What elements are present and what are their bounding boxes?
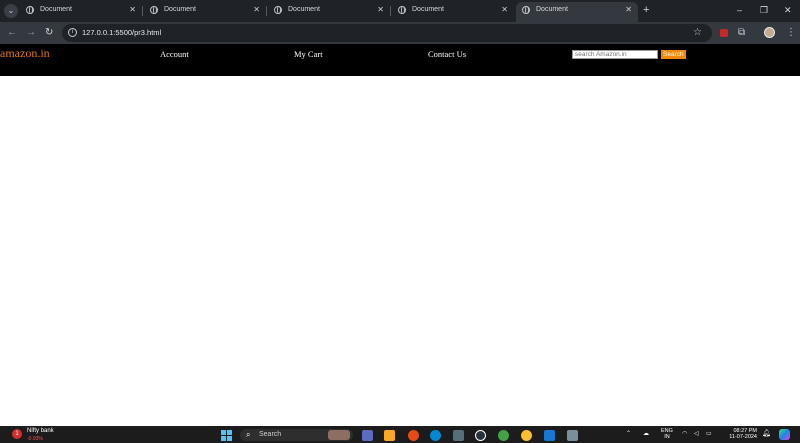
widget-name[interactable]: Nifty bank: [27, 428, 54, 434]
restore-button[interactable]: ❐: [760, 3, 768, 17]
language-indicator[interactable]: ENG IN: [661, 428, 673, 440]
tab-title: Document: [536, 6, 568, 13]
microsoft-store-icon[interactable]: [453, 430, 464, 441]
site-navbar: amazon.in Account My Cart Contact Us Sea…: [0, 44, 800, 76]
browser-toolbar: ← → ↻ i 127.0.0.1:5500/pr3.html ☆: [0, 22, 800, 44]
page-viewport: amazon.in Account My Cart Contact Us Sea…: [0, 44, 800, 426]
battery-icon[interactable]: ▭: [706, 429, 712, 439]
browser-tab[interactable]: Document ✕: [392, 2, 514, 22]
back-icon[interactable]: ←: [7, 26, 17, 40]
nav-link-contact-us[interactable]: Contact Us: [428, 49, 466, 59]
nav-link-account[interactable]: Account: [160, 49, 189, 59]
browser-tab[interactable]: Document ✕: [268, 2, 391, 22]
wifi-icon[interactable]: ◠: [682, 429, 687, 439]
copilot-icon[interactable]: [779, 429, 790, 440]
browser-tab[interactable]: Document ✕: [144, 2, 267, 22]
vscode-icon[interactable]: [544, 430, 555, 441]
bookmark-star-icon[interactable]: ☆: [693, 24, 702, 42]
globe-icon: [274, 6, 282, 14]
taskbar-search-label: Search: [259, 431, 282, 438]
brave-browser-icon[interactable]: [408, 430, 419, 441]
search-input[interactable]: [572, 50, 658, 59]
tab-close-icon[interactable]: ✕: [377, 2, 384, 18]
tab-title: Document: [288, 6, 320, 13]
tab-close-icon[interactable]: ✕: [129, 2, 136, 18]
extension-icon[interactable]: [720, 29, 728, 37]
url-text[interactable]: 127.0.0.1:5500/pr3.html: [82, 24, 161, 42]
search-icon: ⌕: [246, 430, 251, 439]
site-logo[interactable]: amazon.in: [0, 46, 50, 61]
tab-close-icon[interactable]: ✕: [625, 2, 632, 18]
search-button[interactable]: Search: [661, 50, 686, 59]
tray-chevron-icon[interactable]: ⌃: [626, 429, 631, 439]
taskbar-search[interactable]: ⌕ Search: [240, 429, 353, 441]
menu-kebab-icon[interactable]: ⋮: [786, 26, 796, 40]
tab-title: Document: [40, 6, 72, 13]
browser-tab-active[interactable]: Document ✕: [516, 2, 638, 22]
globe-icon: [26, 6, 34, 14]
taskbar: 1 Nifty bank -0.93% ⌕ Search ⌃ ☁ ENG IN …: [0, 426, 800, 443]
extensions-puzzle-icon[interactable]: ⧉: [738, 26, 745, 40]
reload-icon[interactable]: ↻: [45, 26, 53, 40]
browser-tab[interactable]: Document ✕: [20, 2, 143, 22]
minimize-button[interactable]: –: [737, 3, 742, 17]
search-highlight-image: [328, 430, 350, 440]
forward-icon[interactable]: →: [26, 26, 36, 40]
address-bar[interactable]: i 127.0.0.1:5500/pr3.html ☆: [62, 24, 712, 42]
dell-icon[interactable]: [475, 430, 486, 441]
chrome-profile-icon[interactable]: [521, 430, 532, 441]
tab-search-chevron-icon[interactable]: ⌄: [4, 4, 18, 18]
volume-icon[interactable]: ◁: [694, 429, 699, 439]
widget-value: -0.93%: [27, 436, 43, 442]
tab-strip: ⌄ Document ✕ Document ✕ Document ✕ Docum…: [0, 0, 800, 22]
notification-bell-icon[interactable]: 🔔︎: [762, 429, 771, 439]
tab-title: Document: [164, 6, 196, 13]
snipping-tool-icon[interactable]: [567, 430, 578, 441]
windows-start-icon[interactable]: [221, 430, 232, 441]
new-tab-button[interactable]: +: [643, 3, 649, 17]
globe-icon: [150, 6, 158, 14]
close-window-button[interactable]: ✕: [784, 3, 792, 17]
edge-browser-icon[interactable]: [430, 430, 441, 441]
chrome-icon[interactable]: [498, 430, 509, 441]
tab-title: Document: [412, 6, 444, 13]
clock-date: 11-07-2024: [729, 434, 757, 440]
system-clock[interactable]: 08:27 PM 11-07-2024: [725, 428, 757, 440]
globe-icon: [398, 6, 406, 14]
cloud-icon[interactable]: ☁: [643, 429, 649, 439]
stock-widget-icon[interactable]: 1: [12, 429, 22, 439]
tab-close-icon[interactable]: ✕: [253, 2, 260, 18]
file-explorer-icon[interactable]: [384, 430, 395, 441]
nav-link-my-cart[interactable]: My Cart: [294, 49, 323, 59]
task-view-icon[interactable]: [362, 430, 373, 441]
globe-icon: [522, 6, 530, 14]
site-info-icon[interactable]: i: [68, 28, 77, 37]
tab-close-icon[interactable]: ✕: [501, 2, 508, 18]
profile-avatar[interactable]: [764, 27, 775, 38]
